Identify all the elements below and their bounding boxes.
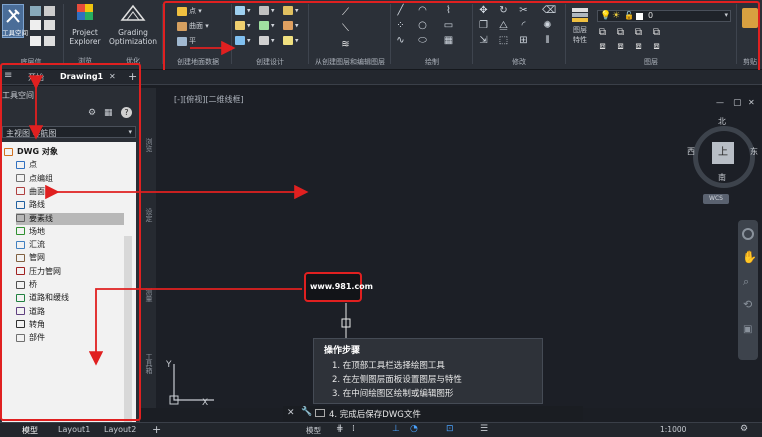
model-space-button[interactable]: 模型 bbox=[306, 425, 321, 436]
grading-optimization-button[interactable]: Grading Optimization bbox=[106, 2, 160, 46]
properties-icon[interactable] bbox=[30, 36, 41, 46]
compass-east: 东 bbox=[750, 147, 758, 156]
steps-title: 操作步骤 bbox=[324, 346, 361, 356]
viewport-label[interactable]: [-][俯视][二维线框] bbox=[174, 94, 244, 105]
status-bar: 模型 Layout1 Layout2 + 模型 ⋕ ⁞ ⊥ ◔ ⊡ ☰ 1:10… bbox=[0, 422, 762, 437]
showmotion-icon[interactable]: ▣ bbox=[743, 324, 752, 335]
toolspace-button[interactable]: 工具空间 bbox=[2, 4, 28, 38]
close-icon[interactable]: ✕ bbox=[287, 408, 295, 418]
layer-icon[interactable] bbox=[30, 6, 41, 16]
pan-icon[interactable]: ✋ bbox=[742, 250, 757, 264]
customize-icon[interactable]: 🔧 bbox=[301, 407, 312, 417]
orbit-icon[interactable]: ⟲ bbox=[743, 298, 752, 311]
step-item: 2. 在左侧图层面板设置图层与特性 bbox=[332, 375, 462, 385]
close-icon[interactable]: ✕ bbox=[748, 98, 755, 107]
side-tab[interactable]: 浏览 bbox=[144, 138, 154, 152]
layout-tab-layout2[interactable]: Layout2 bbox=[104, 425, 136, 434]
axis-y-label: Y bbox=[166, 360, 172, 370]
lineweight-icon[interactable]: ☰ bbox=[480, 424, 488, 434]
viewcube-face[interactable]: 上 bbox=[712, 142, 734, 164]
query-icon[interactable] bbox=[44, 6, 55, 16]
watermark-box: www.981.com bbox=[304, 272, 373, 302]
wcs-button[interactable]: WCS bbox=[703, 194, 729, 204]
side-tab[interactable]: 工具箱 bbox=[144, 353, 154, 374]
command-prompt-icon bbox=[315, 409, 325, 417]
step-item: 3. 在中间绘图区绘制或编辑图形 bbox=[332, 389, 454, 399]
list-icon[interactable] bbox=[44, 36, 55, 46]
snap-icon[interactable]: ⁞ bbox=[352, 424, 355, 434]
crosshair-cursor bbox=[341, 303, 351, 343]
layout-tab-model[interactable]: 模型 bbox=[22, 425, 38, 436]
highlight-toolspace bbox=[0, 63, 141, 421]
project-explorer-button[interactable]: Project Explorer bbox=[65, 2, 105, 46]
side-tab[interactable]: 设定 bbox=[144, 208, 154, 222]
compass-west: 西 bbox=[687, 147, 695, 156]
separator bbox=[63, 4, 64, 64]
restore-icon[interactable]: ▢ bbox=[733, 98, 742, 108]
grading-line1: Grading bbox=[118, 28, 148, 37]
axis-x-label: X bbox=[202, 398, 209, 408]
side-tab[interactable]: 测量 bbox=[144, 288, 154, 302]
ribbon-panel-left: 工具空间 底层信 bbox=[0, 2, 62, 68]
toolspace-side-tabs: 浏览 设定 测量 工具箱 bbox=[141, 88, 156, 408]
table-icon[interactable] bbox=[44, 20, 55, 30]
zoom-icon[interactable]: ⌕ bbox=[743, 275, 749, 289]
toolspace-button-label: 工具空间 bbox=[2, 29, 28, 37]
command-line[interactable]: ✕ 🔧 4. 完成后保存DWG文件 bbox=[283, 406, 583, 421]
watermark-text: www.981.com bbox=[310, 282, 374, 291]
project-explorer-line1: Project bbox=[72, 28, 98, 37]
annotation-scale[interactable]: 1:1000 bbox=[660, 425, 686, 434]
command-line-text: 4. 完成后保存DWG文件 bbox=[329, 410, 421, 420]
layout-tab-layout1[interactable]: Layout1 bbox=[58, 425, 90, 434]
highlight-ribbon bbox=[163, 1, 760, 74]
compass-south: 南 bbox=[718, 173, 726, 182]
grid-icon[interactable]: ⋕ bbox=[336, 424, 344, 434]
compass-north: 北 bbox=[718, 117, 726, 126]
grid-icon[interactable] bbox=[30, 20, 41, 30]
minimize-icon[interactable]: — bbox=[716, 98, 724, 107]
step-item: 1. 在顶部工具栏选择绘图工具 bbox=[332, 361, 445, 371]
osnap-icon[interactable]: ⊡ bbox=[446, 424, 454, 434]
settings-icon[interactable]: ⚙ bbox=[740, 424, 748, 434]
add-layout-button[interactable]: + bbox=[152, 423, 161, 436]
ortho-icon[interactable]: ⊥ bbox=[392, 424, 400, 434]
steering-wheel-icon[interactable] bbox=[742, 228, 754, 240]
polar-icon[interactable]: ◔ bbox=[410, 424, 418, 434]
project-explorer-line2: Explorer bbox=[69, 37, 101, 46]
grading-icon bbox=[120, 4, 146, 21]
cube-icon bbox=[77, 4, 93, 20]
grading-line2: Optimization bbox=[109, 37, 157, 46]
navigation-bar: ✋ ⌕ ⟲ ▣ bbox=[738, 220, 758, 360]
wrench-icon bbox=[6, 9, 20, 23]
steps-panel: 操作步骤 1. 在顶部工具栏选择绘图工具 2. 在左侧图层面板设置图层与特性 3… bbox=[313, 338, 543, 404]
ucs-icon bbox=[169, 364, 214, 405]
